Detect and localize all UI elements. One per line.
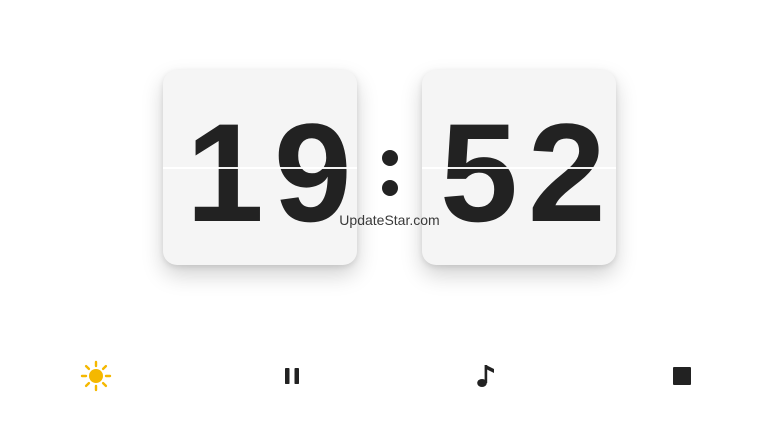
minutes-flip-divider: [422, 167, 616, 169]
pause-button[interactable]: [272, 356, 312, 396]
flip-clock: 19 52: [0, 0, 779, 300]
sun-icon: [80, 360, 112, 392]
music-note-icon: [477, 365, 494, 387]
watermark-text: UpdateStar.com: [339, 212, 440, 228]
stop-button[interactable]: [662, 356, 702, 396]
stop-icon: [673, 367, 691, 385]
colon-dot-bottom: [382, 180, 398, 196]
colon-dot-top: [382, 150, 398, 166]
hours-flip-divider: [163, 167, 357, 169]
control-toolbar: [0, 356, 779, 396]
music-button[interactable]: [466, 356, 506, 396]
pause-icon: [285, 368, 299, 384]
brightness-button[interactable]: [76, 356, 116, 396]
